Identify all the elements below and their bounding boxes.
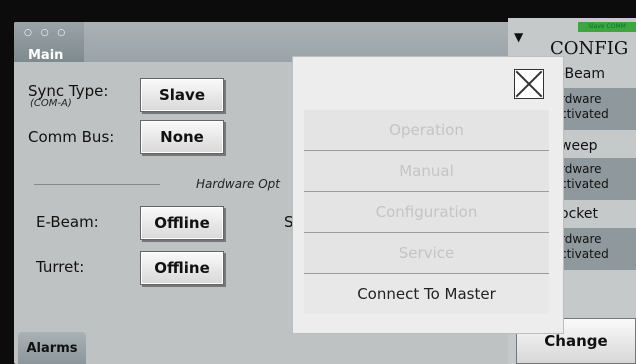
turret-button[interactable]: Offline (140, 251, 224, 285)
config-pocket-line2: ctivated (560, 247, 609, 261)
comm-bus-button[interactable]: None (140, 120, 224, 154)
menu-item-connect-to-master[interactable]: Connect To Master (304, 274, 549, 314)
alarms-button[interactable]: Alarms (18, 332, 86, 364)
hmi-screen: ○ ○ ○ Main Sync Type: (COM-A) Slave Comm… (0, 0, 636, 364)
config-ebeam-line1: rdware (560, 92, 602, 106)
ebeam-label: E-Beam: (36, 213, 99, 231)
sync-type-sublabel: (COM-A) (30, 98, 72, 109)
config-sweep-heading: weep (560, 138, 598, 154)
config-pocket-line1: rdware (560, 232, 602, 246)
tab-main-label: Main (28, 48, 64, 63)
sync-type-button[interactable]: Slave (140, 78, 224, 112)
hardware-divider (34, 184, 160, 185)
hardware-options-heading: Hardware Opt (196, 177, 280, 191)
dropdown-arrow-icon[interactable]: ▼ (514, 30, 523, 44)
close-icon[interactable] (514, 69, 544, 99)
config-ebeam-heading: -Beam (560, 66, 605, 82)
config-ebeam-line2: ctivated (560, 107, 609, 121)
ebeam-button[interactable]: Offline (140, 206, 224, 240)
comm-bus-label: Comm Bus: (28, 128, 115, 146)
turret-label: Turret: (36, 258, 85, 276)
config-pocket-heading: ocket (560, 206, 598, 222)
menu-item-service[interactable]: Service (304, 233, 549, 274)
menu-item-operation[interactable]: Operation (304, 110, 549, 151)
slave-comm-badge: Slave COMM (578, 22, 636, 32)
tab-dots-icon: ○ ○ ○ (24, 28, 69, 38)
config-sweep-line1: rdware (560, 162, 602, 176)
config-sweep-line2: ctivated (560, 177, 609, 191)
menu-item-manual[interactable]: Manual (304, 151, 549, 192)
tab-main[interactable]: ○ ○ ○ Main (14, 22, 84, 63)
menu-item-configuration[interactable]: Configuration (304, 192, 549, 233)
